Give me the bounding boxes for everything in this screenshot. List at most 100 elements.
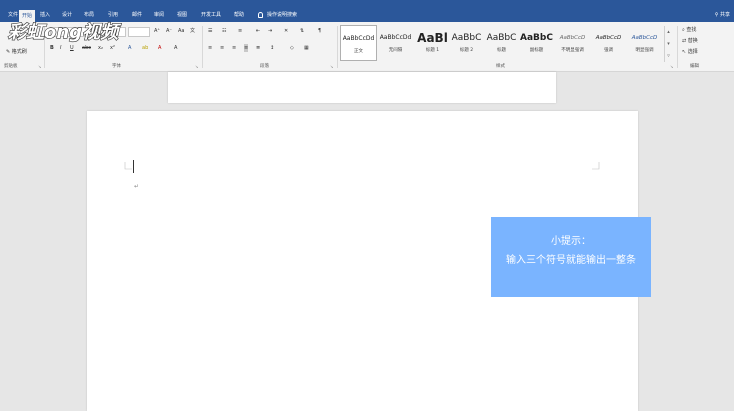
font-size-select[interactable]	[128, 27, 150, 37]
styles-group-label: 样式	[496, 64, 505, 69]
style-intense-emphasis[interactable]: AaBbCcD 明显强调	[626, 25, 663, 61]
superscript-button[interactable]: x²	[110, 44, 115, 52]
style-preview: AaBbCcD	[595, 35, 622, 41]
strikethrough-button[interactable]: abc	[82, 44, 91, 52]
style-name: 不明显强调	[561, 48, 584, 53]
grow-font-button[interactable]: A⁺	[154, 27, 160, 35]
tab-view[interactable]: 视图	[177, 9, 187, 21]
select-label: 选择	[687, 49, 698, 55]
tab-review[interactable]: 审阅	[154, 9, 164, 21]
style-heading-2[interactable]: AaBbC 标题 2	[448, 25, 485, 61]
style-preview: AaBbCcD	[631, 35, 658, 41]
align-right-icon[interactable]: ≡	[232, 44, 236, 52]
chevron-up-icon[interactable]: ▴	[665, 26, 672, 38]
style-preview: AaBbC	[451, 33, 482, 43]
find-label: 查找	[686, 27, 697, 33]
char-border-button[interactable]: A	[174, 44, 177, 52]
tip-title: 小提示：	[551, 236, 591, 247]
subscript-button[interactable]: x₂	[98, 44, 103, 52]
show-marks-icon[interactable]: ¶	[318, 27, 321, 35]
divider	[202, 26, 203, 68]
paragraph-launcher-icon[interactable]: ↘	[330, 64, 333, 69]
bold-button[interactable]: B	[50, 44, 54, 52]
tab-developer[interactable]: 开发工具	[201, 9, 221, 21]
style-normal[interactable]: AaBbCcDd 正文	[340, 25, 377, 61]
font-launcher-icon[interactable]: ↘	[195, 64, 198, 69]
style-heading-1[interactable]: AaBl 标题 1	[414, 25, 451, 61]
tab-help[interactable]: 帮助	[234, 9, 244, 21]
sort-icon[interactable]: ⇅	[300, 27, 304, 35]
style-preview: AaBbCcD	[559, 35, 586, 41]
clipboard-launcher-icon[interactable]: ↘	[38, 64, 41, 69]
text-effects-icon[interactable]: A	[128, 44, 131, 52]
style-no-spacing[interactable]: AaBbCcDd 无间隔	[377, 25, 414, 61]
styles-gallery-scroll[interactable]: ▴ ▾ ▿	[664, 26, 672, 62]
style-preview: AaBbC	[486, 33, 517, 43]
tell-me-text: 操作说明搜索	[267, 12, 298, 18]
line-spacing-icon[interactable]: ↕	[270, 44, 274, 52]
style-name: 正文	[354, 49, 363, 54]
divider	[337, 26, 338, 68]
format-painter-label: 格式刷	[11, 49, 27, 55]
style-subtitle[interactable]: AaBbC 副标题	[518, 25, 555, 61]
previous-page	[168, 72, 556, 103]
format-painter-button[interactable]: ✎ 格式刷	[6, 48, 27, 56]
bullets-icon[interactable]: ☰	[208, 27, 212, 35]
find-button[interactable]: ⌕ 查找	[682, 26, 696, 33]
tab-mailings[interactable]: 邮件	[132, 9, 142, 21]
align-center-icon[interactable]: ≡	[220, 44, 224, 52]
tip-box: 小提示： 输入三个符号就能输出一整条	[491, 217, 651, 297]
style-name: 标题 1	[425, 48, 440, 53]
search-icon: ⌕	[682, 27, 685, 33]
logo-text: 彩虹ong视频	[8, 22, 122, 43]
lightbulb-icon	[258, 11, 263, 18]
justify-icon[interactable]: ≡	[244, 44, 249, 52]
style-title[interactable]: AaBbC 标题	[483, 25, 520, 61]
align-left-icon[interactable]: ≡	[208, 44, 212, 52]
decrease-indent-icon[interactable]: ⇤	[256, 27, 260, 35]
editing-group-label: 编辑	[690, 64, 699, 69]
video-logo: 彩虹ong视频	[6, 17, 126, 45]
text-cursor	[133, 160, 134, 173]
styles-launcher-icon[interactable]: ↘	[670, 64, 673, 69]
style-name: 强调	[604, 48, 613, 53]
more-styles-icon[interactable]: ▿	[665, 50, 672, 62]
style-subtle-emphasis[interactable]: AaBbCcD 不明显强调	[554, 25, 591, 61]
style-name: 无间隔	[388, 48, 403, 53]
share-button[interactable]: ⚲ 共享	[715, 9, 730, 21]
style-emphasis[interactable]: AaBbCcD 强调	[590, 25, 627, 61]
logo-graphic: 彩虹ong视频	[7, 21, 122, 43]
clipboard-group-label: 剪贴板	[4, 64, 18, 69]
tip-body: 输入三个符号就能输出一整条	[506, 255, 636, 266]
style-name: 标题	[497, 48, 506, 53]
replace-label: 替换	[687, 38, 698, 44]
numbering-icon[interactable]: ☷	[222, 27, 226, 35]
replace-button[interactable]: ⇄ 替换	[682, 37, 698, 44]
borders-icon[interactable]: ▦	[304, 44, 309, 52]
chinese-layout-icon[interactable]: ✕	[284, 27, 288, 35]
cursor-icon: ↖	[682, 49, 687, 55]
tell-me-search[interactable]: 操作说明搜索	[258, 9, 297, 21]
chevron-down-icon[interactable]: ▾	[665, 38, 672, 50]
change-case-button[interactable]: Aa	[178, 27, 184, 35]
highlight-icon[interactable]: ab	[142, 44, 148, 52]
font-color-icon[interactable]: A	[158, 44, 161, 52]
italic-button[interactable]: I	[60, 44, 61, 52]
phonetic-button[interactable]: 文	[190, 27, 195, 35]
paragraph-group-label: 段落	[260, 64, 269, 69]
select-button[interactable]: ↖ 选择	[682, 48, 698, 55]
style-preview: AaBbCcDd	[342, 35, 375, 42]
multilevel-list-icon[interactable]: ≡	[238, 27, 242, 35]
style-name: 标题 2	[459, 48, 474, 53]
shrink-font-button[interactable]: A⁻	[166, 27, 172, 35]
increase-indent-icon[interactable]: ⇥	[268, 27, 272, 35]
style-name: 副标题	[529, 48, 544, 53]
paragraph-mark: ↵	[134, 183, 140, 190]
style-preview: AaBbC	[520, 33, 553, 43]
underline-button[interactable]: U	[70, 44, 74, 52]
distributed-icon[interactable]: ≣	[256, 44, 260, 52]
style-preview: AaBl	[417, 31, 448, 45]
shading-icon[interactable]: ◇	[290, 44, 294, 52]
crop-mark-top-left	[124, 162, 132, 170]
share-label: 共享	[719, 12, 730, 18]
